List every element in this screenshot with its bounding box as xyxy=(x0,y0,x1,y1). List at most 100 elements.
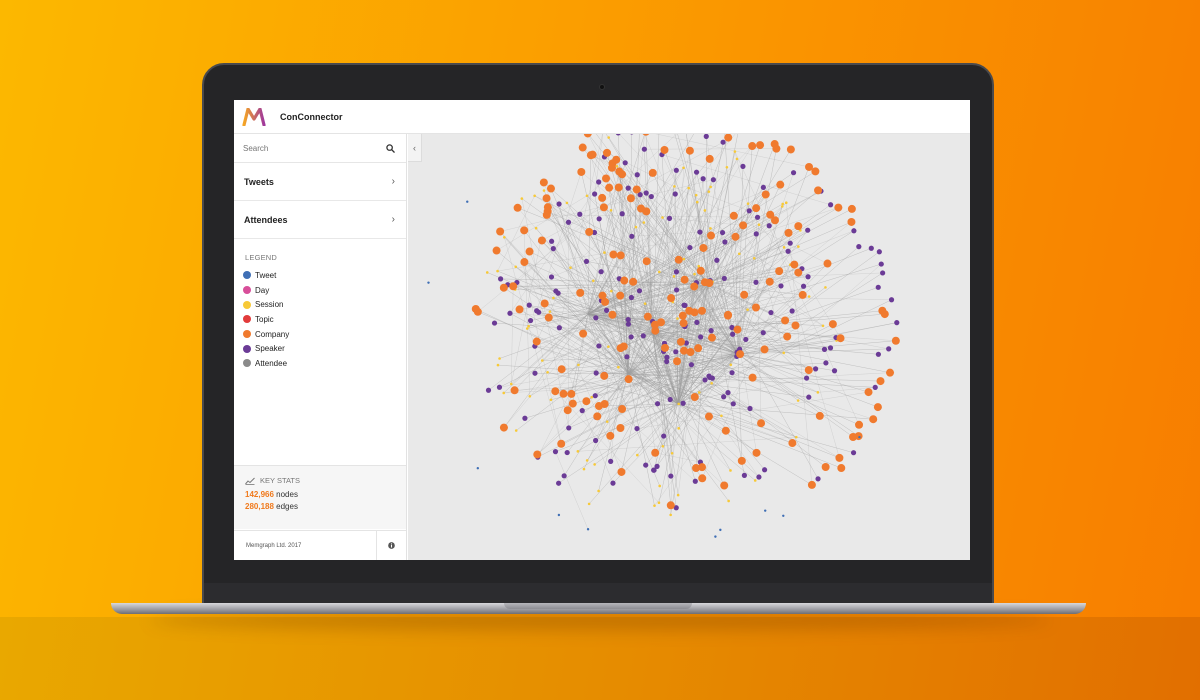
graph-node-session[interactable] xyxy=(520,197,524,200)
graph-node-session[interactable] xyxy=(782,246,786,249)
graph-node-speaker[interactable] xyxy=(714,257,720,263)
graph-node-session[interactable] xyxy=(657,501,661,505)
graph-node-session[interactable] xyxy=(753,479,757,482)
graph-node-speaker[interactable] xyxy=(622,160,628,166)
graph-node-company[interactable] xyxy=(807,480,816,489)
graph-node-company[interactable] xyxy=(690,392,699,401)
graph-node-speaker[interactable] xyxy=(592,393,598,399)
graph-node-session[interactable] xyxy=(525,327,529,330)
graph-node-company[interactable] xyxy=(533,450,542,459)
graph-node-session[interactable] xyxy=(746,308,749,311)
graph-node-company[interactable] xyxy=(847,217,856,226)
graph-node-company[interactable] xyxy=(582,397,591,406)
graph-node-company[interactable] xyxy=(585,227,594,236)
graph-node-company[interactable] xyxy=(678,311,687,320)
graph-node-session[interactable] xyxy=(670,451,674,455)
graph-node-company[interactable] xyxy=(811,167,820,176)
graph-node-speaker[interactable] xyxy=(603,307,610,313)
graph-node-session[interactable] xyxy=(617,365,620,369)
graph-node-company[interactable] xyxy=(837,464,846,473)
graph-node-session[interactable] xyxy=(694,193,698,197)
graph-node-company[interactable] xyxy=(515,305,524,314)
graph-node-company[interactable] xyxy=(568,399,577,408)
graph-node-company[interactable] xyxy=(643,312,652,321)
graph-node-speaker[interactable] xyxy=(668,473,674,479)
graph-node-company[interactable] xyxy=(721,426,730,435)
graph-node-session[interactable] xyxy=(807,295,811,298)
graph-node-company[interactable] xyxy=(823,259,832,268)
graph-node-company[interactable] xyxy=(673,357,682,366)
graph-node-company[interactable] xyxy=(620,276,629,285)
graph-node-company[interactable] xyxy=(602,148,611,157)
graph-node-speaker[interactable] xyxy=(673,287,680,293)
graph-node-company[interactable] xyxy=(593,412,602,421)
graph-node-speaker[interactable] xyxy=(664,354,670,360)
graph-node-speaker[interactable] xyxy=(805,274,811,280)
graph-node-tweet[interactable] xyxy=(719,528,722,532)
graph-node-company[interactable] xyxy=(786,145,795,154)
graph-node-speaker[interactable] xyxy=(768,309,774,316)
graph-node-session[interactable] xyxy=(695,200,699,204)
graph-node-speaker[interactable] xyxy=(754,214,761,220)
graph-node-company[interactable] xyxy=(864,388,873,397)
graph-node-company[interactable] xyxy=(794,268,803,277)
graph-node-speaker[interactable] xyxy=(592,191,598,197)
graph-node-company[interactable] xyxy=(869,415,878,424)
graph-node-speaker[interactable] xyxy=(673,349,679,355)
graph-node-company[interactable] xyxy=(606,431,615,440)
graph-node-company[interactable] xyxy=(660,145,669,154)
graph-node-company[interactable] xyxy=(791,321,800,330)
graph-node-session[interactable] xyxy=(540,359,544,362)
graph-node-company[interactable] xyxy=(567,389,576,398)
graph-node-speaker[interactable] xyxy=(565,219,572,225)
graph-node-speaker[interactable] xyxy=(593,437,599,444)
graph-node-company[interactable] xyxy=(765,277,774,286)
graph-node-company[interactable] xyxy=(543,203,552,212)
graph-node-speaker[interactable] xyxy=(673,167,679,173)
graph-node-company[interactable] xyxy=(776,180,785,189)
graph-node-session[interactable] xyxy=(677,427,680,430)
graph-node-speaker[interactable] xyxy=(740,163,746,169)
graph-node-company[interactable] xyxy=(632,185,641,194)
graph-node-session[interactable] xyxy=(707,190,711,193)
graph-node-company[interactable] xyxy=(499,283,508,292)
graph-node-company[interactable] xyxy=(641,127,650,136)
graph-node-speaker[interactable] xyxy=(640,333,646,339)
graph-node-session[interactable] xyxy=(569,266,572,269)
graph-node-speaker[interactable] xyxy=(831,368,838,374)
graph-node-company[interactable] xyxy=(616,424,625,433)
graph-node-company[interactable] xyxy=(537,236,546,245)
graph-node-speaker[interactable] xyxy=(709,375,715,381)
graph-node-company[interactable] xyxy=(520,226,529,235)
graph-node-session[interactable] xyxy=(661,216,664,219)
info-button[interactable] xyxy=(376,530,406,560)
graph-node-company[interactable] xyxy=(729,211,738,220)
graph-node-speaker[interactable] xyxy=(725,390,731,396)
graph-node-session[interactable] xyxy=(514,265,518,269)
graph-node-speaker[interactable] xyxy=(876,249,882,255)
graph-node-speaker[interactable] xyxy=(651,467,657,473)
graph-node-speaker[interactable] xyxy=(880,270,886,276)
graph-node-speaker[interactable] xyxy=(778,283,784,289)
graph-node-speaker[interactable] xyxy=(746,208,752,214)
graph-node-speaker[interactable] xyxy=(579,408,585,414)
graph-node-speaker[interactable] xyxy=(552,449,559,455)
graph-node-company[interactable] xyxy=(666,501,675,510)
graph-node-company[interactable] xyxy=(651,448,660,457)
graph-node-session[interactable] xyxy=(729,469,732,472)
graph-node-speaker[interactable] xyxy=(800,283,807,289)
graph-node-tweet[interactable] xyxy=(557,513,561,517)
graph-node-company[interactable] xyxy=(579,329,588,338)
graph-node-company[interactable] xyxy=(576,288,585,297)
graph-node-session[interactable] xyxy=(642,221,646,224)
graph-node-company[interactable] xyxy=(539,178,548,187)
graph-node-session[interactable] xyxy=(548,310,552,313)
graph-node-session[interactable] xyxy=(552,296,555,300)
graph-node-session[interactable] xyxy=(496,363,500,367)
graph-node-company[interactable] xyxy=(559,389,568,398)
graph-node-company[interactable] xyxy=(761,190,770,199)
graph-node-speaker[interactable] xyxy=(721,275,727,282)
graph-node-company[interactable] xyxy=(510,386,519,395)
graph-node-tweet[interactable] xyxy=(427,281,430,284)
graph-node-speaker[interactable] xyxy=(526,302,532,308)
